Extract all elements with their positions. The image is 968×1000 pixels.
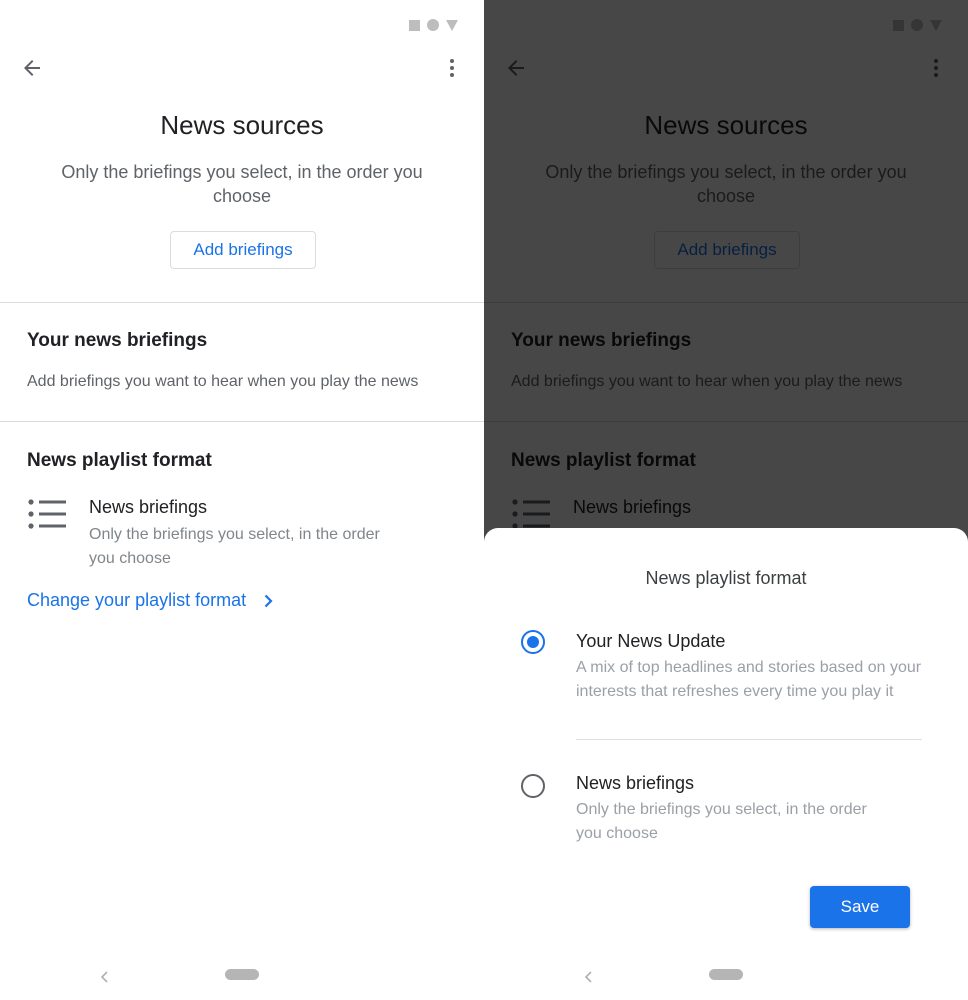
radio-your-news-update[interactable] bbox=[521, 630, 545, 654]
list-icon bbox=[28, 499, 66, 529]
option-description: Only the briefings you select, in the or… bbox=[576, 801, 867, 842]
add-briefings-button[interactable]: Add briefings bbox=[170, 231, 316, 269]
change-playlist-format-label: Change your playlist format bbox=[27, 590, 247, 610]
briefings-description: Add briefings you want to hear when you … bbox=[27, 373, 419, 390]
status-bar bbox=[409, 19, 458, 31]
arrow-back-icon[interactable] bbox=[20, 56, 44, 80]
home-pill[interactable] bbox=[709, 969, 743, 980]
more-vert-icon[interactable] bbox=[440, 56, 464, 80]
home-pill[interactable] bbox=[225, 969, 259, 980]
chevron-right-icon bbox=[264, 594, 273, 607]
square-icon bbox=[409, 19, 420, 31]
radio-news-briefings[interactable] bbox=[521, 774, 545, 798]
divider bbox=[576, 739, 922, 740]
nav-back-icon[interactable] bbox=[582, 970, 596, 984]
option-title[interactable]: Your News Update bbox=[576, 631, 725, 652]
page-subtitle: Only the briefings you select, in the or… bbox=[61, 162, 423, 206]
triangle-icon bbox=[446, 19, 458, 31]
current-format-title: News briefings bbox=[89, 497, 208, 517]
sheet-title: News playlist format bbox=[645, 568, 807, 588]
briefings-heading: Your news briefings bbox=[27, 330, 208, 351]
news-sources-screen: News sources Only the briefings you sele… bbox=[0, 0, 484, 1000]
option-description: A mix of top headlines and stories based… bbox=[576, 659, 922, 700]
divider bbox=[0, 302, 484, 303]
divider bbox=[0, 421, 484, 422]
playlist-format-sheet: News playlist format Your News Update A … bbox=[484, 528, 968, 1000]
circle-icon bbox=[427, 19, 439, 31]
format-heading: News playlist format bbox=[27, 450, 212, 471]
option-title[interactable]: News briefings bbox=[576, 773, 694, 794]
current-format-description: Only the briefings you select, in the or… bbox=[89, 526, 380, 567]
page-title: News sources bbox=[160, 110, 324, 140]
nav-back-icon[interactable] bbox=[98, 970, 112, 984]
save-button[interactable]: Save bbox=[810, 886, 910, 928]
news-sources-screen-with-sheet: News sources Only the briefings you sele… bbox=[484, 0, 968, 1000]
change-playlist-format-link[interactable]: Change your playlist format bbox=[27, 590, 276, 611]
